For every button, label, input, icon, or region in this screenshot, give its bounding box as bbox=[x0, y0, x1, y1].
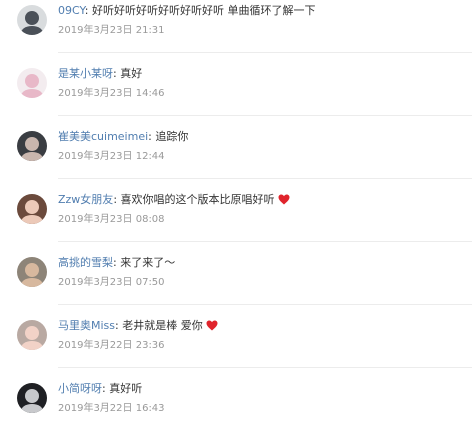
comment-text: 喜欢你唱的这个版本比原唱好听 bbox=[120, 193, 275, 206]
comment-username[interactable]: 崔美美cuimeimei bbox=[58, 130, 148, 143]
user-avatar[interactable] bbox=[17, 383, 47, 413]
comment-timestamp: 2019年3月23日 12:44 bbox=[58, 151, 165, 162]
avatar-icon bbox=[17, 383, 47, 413]
comment-item: 09CY: 好听好听好听好听好听好听 单曲循环了解一下 2019年3月23日 21… bbox=[0, 0, 472, 63]
user-avatar[interactable] bbox=[17, 320, 47, 350]
comment-divider bbox=[58, 115, 472, 116]
comment-item: 高挑的雪梨: 来了来了～ 2019年3月23日 07:50 bbox=[0, 252, 472, 315]
comment-text: 追踪你 bbox=[155, 130, 189, 143]
comment-text: 真好 bbox=[120, 67, 143, 80]
comment-text: 老井就是棒 爱你 bbox=[122, 319, 203, 332]
comment-username[interactable]: 09CY bbox=[58, 4, 85, 17]
avatar-icon bbox=[17, 5, 47, 35]
comment-line: 崔美美cuimeimei: 追踪你 bbox=[58, 130, 188, 144]
avatar-icon bbox=[17, 194, 47, 224]
comment-line: 小简呀呀: 真好听 bbox=[58, 382, 142, 396]
comment-list: 09CY: 好听好听好听好听好听好听 单曲循环了解一下 2019年3月23日 21… bbox=[0, 0, 472, 429]
avatar-icon bbox=[17, 320, 47, 350]
comment-timestamp: 2019年3月23日 21:31 bbox=[58, 25, 165, 36]
comment-line: 09CY: 好听好听好听好听好听好听 单曲循环了解一下 bbox=[58, 4, 315, 18]
comment-item: 崔美美cuimeimei: 追踪你 2019年3月23日 12:44 bbox=[0, 126, 472, 189]
comment-username[interactable]: 高挑的雪梨 bbox=[58, 256, 113, 269]
comment-divider bbox=[58, 52, 472, 53]
comment-item: Zzw女朋友: 喜欢你唱的这个版本比原唱好听 2019年3月23日 08:08 bbox=[0, 189, 472, 252]
comment-timestamp: 2019年3月22日 16:43 bbox=[58, 403, 165, 414]
avatar-icon bbox=[17, 257, 47, 287]
comment-line: 是某小某呀: 真好 bbox=[58, 67, 142, 81]
comment-timestamp: 2019年3月23日 14:46 bbox=[58, 88, 165, 99]
comment-divider bbox=[58, 304, 472, 305]
comment-text: 好听好听好听好听好听好听 单曲循环了解一下 bbox=[91, 4, 316, 17]
comment-timestamp: 2019年3月22日 23:36 bbox=[58, 340, 165, 351]
comment-text: 真好听 bbox=[109, 382, 143, 395]
comment-divider bbox=[58, 367, 472, 368]
comment-item: 马里奥Miss: 老井就是棒 爱你 2019年3月22日 23:36 bbox=[0, 315, 472, 378]
avatar-icon bbox=[17, 131, 47, 161]
comment-text: 来了来了～ bbox=[120, 256, 176, 269]
comment-username[interactable]: 小简呀呀 bbox=[58, 382, 102, 395]
comment-username[interactable]: 是某小某呀 bbox=[58, 67, 113, 80]
comment-username[interactable]: 马里奥Miss bbox=[58, 319, 115, 332]
user-avatar[interactable] bbox=[17, 257, 47, 287]
user-avatar[interactable] bbox=[17, 194, 47, 224]
comment-username[interactable]: Zzw女朋友 bbox=[58, 193, 113, 206]
avatar-icon bbox=[17, 68, 47, 98]
comment-line: 高挑的雪梨: 来了来了～ bbox=[58, 256, 175, 270]
user-avatar[interactable] bbox=[17, 68, 47, 98]
comment-divider bbox=[58, 241, 472, 242]
heart-emoji-icon bbox=[206, 320, 218, 331]
heart-emoji-icon bbox=[278, 194, 290, 205]
username-separator: : bbox=[113, 193, 121, 206]
comment-timestamp: 2019年3月23日 07:50 bbox=[58, 277, 165, 288]
user-avatar[interactable] bbox=[17, 131, 47, 161]
comment-item: 是某小某呀: 真好 2019年3月23日 14:46 bbox=[0, 63, 472, 126]
comment-timestamp: 2019年3月23日 08:08 bbox=[58, 214, 165, 225]
comment-item: 小简呀呀: 真好听 2019年3月22日 16:43 bbox=[0, 378, 472, 441]
comment-line: 马里奥Miss: 老井就是棒 爱你 bbox=[58, 319, 218, 333]
comment-line: Zzw女朋友: 喜欢你唱的这个版本比原唱好听 bbox=[58, 193, 290, 207]
user-avatar[interactable] bbox=[17, 5, 47, 35]
username-separator: : bbox=[84, 4, 92, 17]
comment-divider bbox=[58, 178, 472, 179]
